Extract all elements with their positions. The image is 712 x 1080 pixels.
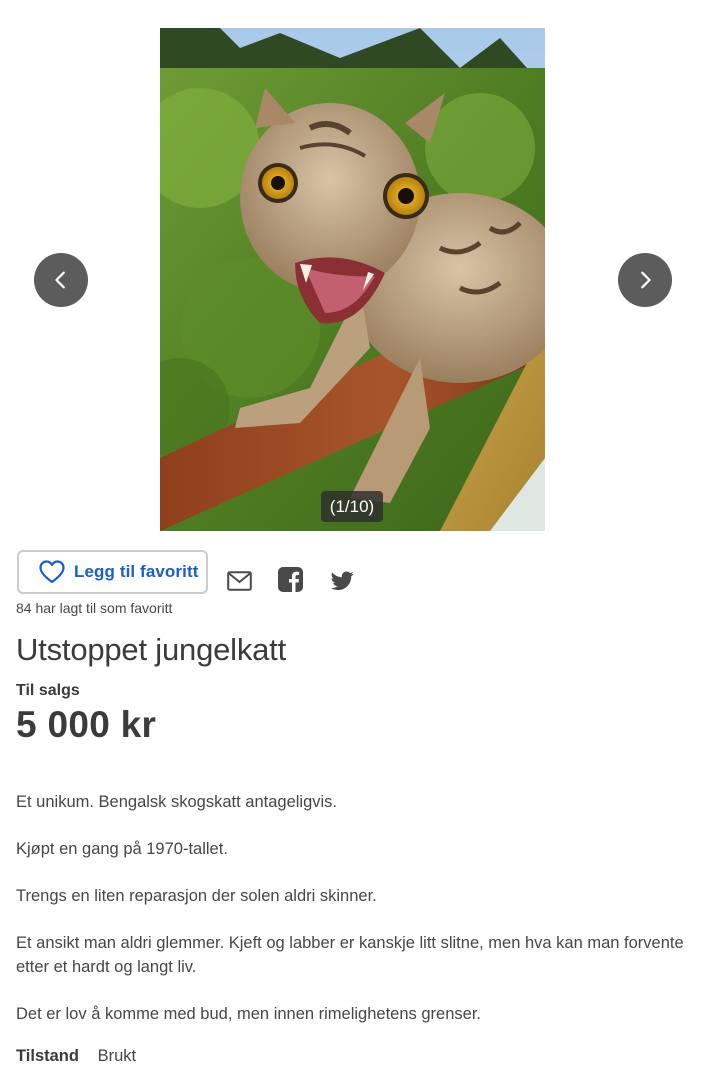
heart-icon	[39, 560, 65, 584]
listing-photo[interactable]	[160, 28, 545, 531]
listing-description: Et unikum. Bengalsk skogskatt antageligv…	[16, 790, 696, 1049]
condition-value: Brukt	[97, 1047, 137, 1065]
description-paragraph: Det er lov å komme med bud, men innen ri…	[16, 1005, 481, 1023]
listing-title: Utstoppet jungelkatt	[16, 632, 287, 667]
condition-label: Tilstand	[16, 1047, 79, 1065]
image-counter: (1/10)	[321, 491, 383, 522]
description-paragraph: Et ansikt man aldri glemmer. Kjeft og la…	[16, 934, 684, 976]
add-favorite-button[interactable]: Legg til favoritt	[17, 550, 208, 594]
next-image-button[interactable]	[618, 253, 672, 307]
favorite-count: 84 har lagt til som favoritt	[16, 600, 173, 616]
description-paragraph: Kjøpt en gang på 1970-tallet.	[16, 840, 228, 858]
add-favorite-label: Legg til favoritt	[74, 562, 199, 581]
twitter-icon[interactable]	[331, 571, 354, 591]
cat-photo-illustration	[160, 28, 545, 531]
facebook-icon[interactable]	[278, 567, 303, 592]
sale-type-label: Til salgs	[16, 682, 80, 699]
mail-icon[interactable]	[227, 571, 252, 591]
condition-row: Tilstand Brukt	[16, 1047, 136, 1066]
chevron-left-icon	[55, 271, 65, 289]
image-gallery: (1/10)	[0, 0, 712, 540]
chevron-right-icon	[641, 271, 651, 289]
previous-image-button[interactable]	[34, 253, 88, 307]
description-paragraph: Et unikum. Bengalsk skogskatt antageligv…	[16, 793, 338, 811]
listing-price: 5 000 kr	[16, 704, 157, 745]
description-paragraph: Trengs en liten reparasjon der solen ald…	[16, 887, 377, 905]
